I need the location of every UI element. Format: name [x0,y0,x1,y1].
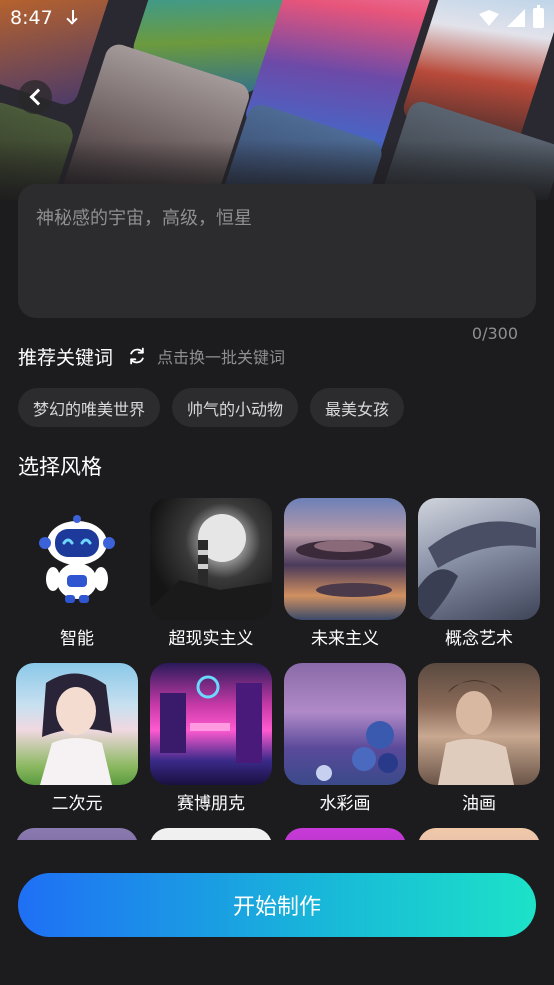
robot-icon [39,515,115,603]
keywords-title: 推荐关键词 [18,346,114,369]
status-bar: 8:47 [0,0,554,36]
style-item-concept-art[interactable]: 概念艺术 [418,498,540,650]
wifi-icon [479,10,499,26]
style-thumbnail [16,828,138,840]
keyword-chips: 梦幻的唯美世界 帅气的小动物 最美女孩 [18,388,405,427]
style-label: 二次元 [51,794,103,814]
style-item[interactable] [418,828,540,840]
style-item-cyberpunk[interactable]: 赛博朋克 [150,663,272,815]
style-thumbnail [150,828,272,840]
style-item-oil-painting[interactable]: 油画 [418,663,540,815]
style-item-anime[interactable]: 二次元 [16,663,138,815]
style-item[interactable] [284,828,406,840]
style-thumbnail [418,663,540,785]
chevron-left-icon [29,88,46,106]
keyword-chip[interactable]: 梦幻的唯美世界 [18,388,161,427]
style-item-smart[interactable]: 智能 [16,498,138,650]
style-item-surrealism[interactable]: 超现实主义 [150,498,272,650]
style-label: 油画 [462,794,496,814]
style-label: 智能 [60,629,94,649]
style-thumbnail [284,663,406,785]
style-thumbnail [150,663,272,785]
refresh-icon[interactable] [127,346,147,366]
style-section-title: 选择风格 [18,455,102,479]
battery-icon [533,5,544,28]
keywords-header: 推荐关键词 点击换一批关键词 [18,342,285,370]
start-create-button[interactable]: 开始制作 [18,873,536,937]
style-label: 未来主义 [311,629,379,649]
style-item[interactable] [16,828,138,840]
style-label: 超现实主义 [168,629,254,649]
style-label: 水彩画 [319,794,371,814]
style-grid: 智能 超现实主义 未来主义 概念艺术 二次元 赛博朋克 水彩画 油画 [16,498,540,840]
style-thumbnail [284,498,406,620]
style-label: 赛博朋克 [177,794,245,814]
status-icons [479,5,544,28]
style-label: 概念艺术 [445,629,513,649]
style-thumbnail [418,828,540,840]
keyword-chip[interactable]: 帅气的小动物 [172,388,299,427]
style-thumbnail [150,498,272,620]
style-item-futurism[interactable]: 未来主义 [284,498,406,650]
refresh-keywords-link[interactable]: 点击换一批关键词 [157,344,285,368]
prompt-input[interactable]: 神秘感的宇宙，高级，恒星 [18,184,536,318]
status-time: 8:47 [10,7,53,29]
style-item-watercolor[interactable]: 水彩画 [284,663,406,815]
back-button[interactable] [18,80,52,114]
style-thumbnail [16,663,138,785]
download-icon [65,9,81,27]
style-thumbnail [284,828,406,840]
signal-icon [507,9,525,27]
style-item[interactable] [150,828,272,840]
keyword-chip[interactable]: 最美女孩 [310,388,405,427]
char-counter: 0/300 [471,324,518,343]
style-thumbnail [418,498,540,620]
style-thumbnail [16,498,138,620]
prompt-placeholder: 神秘感的宇宙，高级，恒星 [36,208,252,229]
